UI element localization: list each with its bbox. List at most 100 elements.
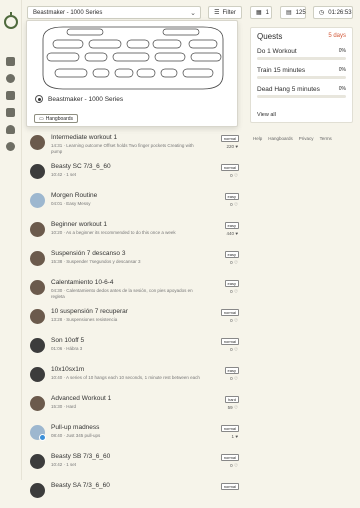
left-nav-rail bbox=[0, 0, 22, 480]
quest-name: Train 15 minutes bbox=[257, 67, 306, 74]
quest-percent: 0% bbox=[338, 48, 346, 54]
workout-description: 08:40 · Just 345 pull-ups bbox=[51, 433, 101, 438]
workout-row[interactable]: Pull-up madness 08:40 · Just 345 pull-up… bbox=[30, 421, 242, 450]
workout-description: 10:40 · A series of 10 hangs each 10 sec… bbox=[51, 375, 200, 380]
likes[interactable]: 0 ♡ bbox=[230, 260, 238, 266]
hangboards-link[interactable]: Hangboards bbox=[268, 136, 293, 141]
radio-selected[interactable] bbox=[35, 95, 43, 103]
quest-percent: 0% bbox=[338, 86, 346, 92]
log-chip[interactable]: ▤ 125 bbox=[280, 6, 306, 19]
workout-name: Son 10off 5 bbox=[51, 337, 85, 344]
footer-links: Help Hangboards Privacy Terms bbox=[253, 136, 332, 141]
board-option[interactable]: Beastmaker - 1000 Series bbox=[35, 95, 123, 103]
workout-name: Beasty SC 7/3_6_60 bbox=[51, 163, 111, 170]
trophy-icon[interactable] bbox=[6, 91, 15, 100]
heart-icon: ♡ bbox=[233, 463, 238, 468]
workout-row[interactable]: Son 10off 5 01:06 · Hábra 3 normal 0 ♡ bbox=[30, 334, 242, 363]
likes[interactable]: 0 ♡ bbox=[230, 202, 238, 208]
likes[interactable]: 0 ♡ bbox=[230, 289, 238, 295]
workout-row[interactable]: Calentamiento 10-6-4 04:30 · Calentamien… bbox=[30, 276, 242, 305]
workout-row[interactable]: Morgen Routine 04:01 · Easy Messy easy 0… bbox=[30, 189, 242, 218]
workout-row[interactable]: Advanced Workout 1 15:30 · Hard hard 59 … bbox=[30, 392, 242, 421]
workout-row[interactable]: Beasty SC 7/3_6_60 10:42 · 1 set normal … bbox=[30, 160, 242, 189]
workout-row[interactable]: Suspensión 7 descanso 3 15:38 · Suspende… bbox=[30, 247, 242, 276]
workout-description: 15:30 · Hard bbox=[51, 404, 77, 409]
view-all-link[interactable]: View all bbox=[257, 112, 276, 118]
workout-description: 10:42 · 1 set bbox=[51, 172, 77, 177]
terms-link[interactable]: Terms bbox=[320, 136, 332, 141]
difficulty-badge: easy bbox=[224, 193, 239, 200]
list-icon[interactable] bbox=[6, 57, 15, 66]
quest-progress-bar bbox=[257, 57, 346, 60]
likes-count: 0 bbox=[230, 260, 233, 265]
hangboards-button[interactable]: ▭ Hangboards bbox=[34, 114, 78, 123]
workout-row[interactable]: 10 suspensión 7 recuperar 13:28 · Suspen… bbox=[30, 305, 242, 334]
timer-value: 01:26:53 bbox=[328, 9, 352, 16]
heart-icon: ♡ bbox=[233, 260, 238, 265]
difficulty-badge: easy bbox=[224, 222, 239, 229]
likes[interactable]: 0 ♡ bbox=[230, 318, 238, 324]
workout-name: Pull-up madness bbox=[51, 424, 100, 431]
privacy-link[interactable]: Privacy bbox=[299, 136, 314, 141]
calendar-chip[interactable]: ▦ 1 bbox=[250, 6, 272, 19]
workout-description: 01:06 · Hábra 3 bbox=[51, 346, 83, 351]
heart-icon: ♡ bbox=[233, 347, 238, 352]
workout-row[interactable]: 10x10sx1m 10:40 · A series of 10 hangs e… bbox=[30, 363, 242, 392]
heart-icon: ♡ bbox=[233, 173, 238, 178]
workout-name: Calentamiento 10-6-4 bbox=[51, 279, 114, 286]
likes-count: 1 bbox=[231, 434, 235, 439]
workout-row[interactable]: Intermediate workout 1 14:31 · Learning … bbox=[30, 131, 242, 160]
workout-description: 13:28 · Suspensiones resistencia bbox=[51, 317, 118, 322]
likes[interactable]: 59 ♡ bbox=[228, 405, 238, 411]
likes-count: 0 bbox=[230, 173, 233, 178]
likes[interactable]: 0 ♡ bbox=[230, 173, 238, 179]
avatar bbox=[30, 251, 45, 266]
heart-icon: ♡ bbox=[233, 318, 238, 323]
likes[interactable]: 440 ♥ bbox=[227, 231, 238, 236]
chevron-down-icon: ⌄ bbox=[190, 10, 196, 17]
timer-icon[interactable] bbox=[6, 74, 15, 83]
likes-count: 0 bbox=[230, 318, 233, 323]
timer-chip[interactable]: ◷ 01:26:53 bbox=[313, 6, 353, 19]
quest-item: Do 1 Workout 0% bbox=[257, 48, 346, 60]
workout-list: Intermediate workout 1 14:31 · Learning … bbox=[30, 131, 242, 508]
stopwatch-logo-icon[interactable] bbox=[4, 12, 18, 29]
quest-percent: 0% bbox=[338, 67, 346, 73]
workout-name: Suspensión 7 descanso 3 bbox=[51, 250, 126, 257]
difficulty-badge: normal bbox=[220, 454, 239, 461]
workout-row[interactable]: Beginner workout 1 10:20 · As a beginner… bbox=[30, 218, 242, 247]
likes[interactable]: 0 ♡ bbox=[230, 463, 238, 469]
workout-name: 10 suspensión 7 recuperar bbox=[51, 308, 128, 315]
workout-name: 10x10sx1m bbox=[51, 366, 85, 373]
workout-name: Intermediate workout 1 bbox=[51, 134, 118, 141]
likes[interactable]: 0 ♡ bbox=[230, 347, 238, 353]
workout-row[interactable]: Beasty SA 7/3_6_60 normal bbox=[30, 479, 242, 508]
workout-row[interactable]: Beasty SB 7/3_6_60 10:42 · 1 set normal … bbox=[30, 450, 242, 479]
workout-description: 10:20 · As a beginner its recommended to… bbox=[51, 230, 176, 235]
profile-icon[interactable] bbox=[6, 125, 15, 134]
difficulty-badge: normal bbox=[220, 309, 239, 316]
gear-icon[interactable] bbox=[6, 142, 15, 151]
workout-description: 14:31 · Learning outcome Offset holds Tw… bbox=[51, 143, 194, 154]
difficulty-badge: normal bbox=[220, 338, 239, 345]
board-select-value: Beastmaker - 1000 Series bbox=[33, 10, 103, 16]
workout-name: Beasty SA 7/3_6_60 bbox=[51, 482, 110, 489]
quest-progress-bar bbox=[257, 95, 346, 98]
avatar bbox=[30, 396, 45, 411]
quests-days: 5 days bbox=[328, 33, 346, 39]
likes[interactable]: 1 ♥ bbox=[232, 434, 238, 439]
board-select[interactable]: Beastmaker - 1000 Series ⌄ bbox=[27, 6, 201, 19]
heart-icon: ♡ bbox=[233, 289, 238, 294]
workout-description: 10:42 · 1 set bbox=[51, 462, 77, 467]
likes[interactable]: 220 ♥ bbox=[227, 144, 238, 149]
filter-icon: ☰ bbox=[214, 10, 220, 16]
likes[interactable]: 0 ♡ bbox=[230, 376, 238, 382]
workout-description: 15:38 · Suspender 7segundos y descansar … bbox=[51, 259, 141, 264]
filter-label: Filter bbox=[222, 9, 236, 16]
heart-icon: ♥ bbox=[235, 434, 238, 439]
help-link[interactable]: Help bbox=[253, 136, 262, 141]
heart-icon: ♡ bbox=[233, 376, 238, 381]
quests-panel: Quests 5 days Do 1 Workout 0% Train 15 m… bbox=[250, 27, 353, 123]
calendar-icon[interactable] bbox=[6, 108, 15, 117]
filter-button[interactable]: ☰ Filter bbox=[208, 6, 242, 19]
